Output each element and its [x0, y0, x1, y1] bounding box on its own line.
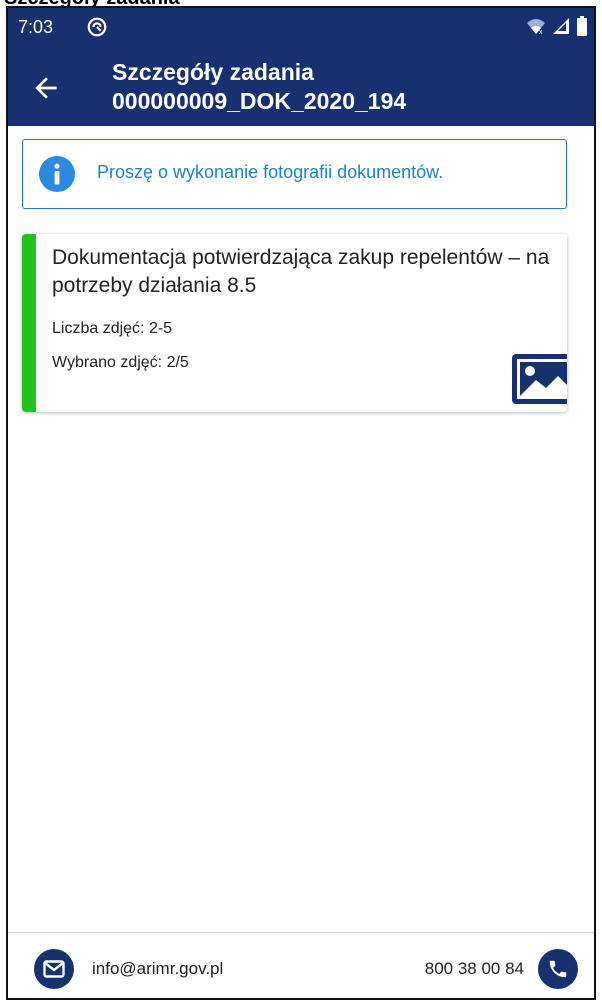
app-notification-icon	[87, 17, 107, 37]
page-title-line2: 000000009_DOK_2020_194	[112, 88, 407, 114]
status-bar: 7:03 x	[8, 8, 594, 48]
task-photo-count: Liczba zdjęć: 2-5	[52, 320, 173, 337]
mail-icon	[43, 960, 65, 978]
wifi-icon: x	[527, 19, 545, 35]
task-status-stripe	[22, 234, 36, 412]
mail-icon-button[interactable]	[34, 949, 74, 989]
page-title-line1: Szczegóły zadania	[112, 59, 314, 85]
status-icons: x	[526, 16, 588, 36]
signal-icon	[553, 18, 569, 34]
task-card[interactable]: Dokumentacja potwierdzająca zakup repele…	[22, 234, 567, 412]
info-text: Proszę o wykonanie fotografii dokumentów…	[97, 162, 444, 182]
task-selected-count: Wybrano zdjęć: 2/5	[52, 354, 189, 371]
page-title: Szczegóły zadania 000000009_DOK_2020_194	[112, 58, 406, 116]
status-time: 7:03	[18, 17, 54, 37]
phone-screen: 7:03 x Szczegóły zadania 000000009_DOK_2…	[6, 6, 596, 1000]
phone-icon	[549, 960, 567, 978]
info-banner: Proszę o wykonanie fotografii dokumentów…	[22, 139, 567, 209]
image-icon[interactable]	[512, 354, 567, 404]
task-title: Dokumentacja potwierdzająca zakup repele…	[52, 246, 550, 297]
info-icon	[39, 156, 75, 192]
svg-text:x: x	[539, 29, 543, 35]
phone-contact[interactable]: 800 38 00 84	[425, 949, 578, 989]
arrow-back-icon[interactable]	[30, 72, 62, 104]
app-bar: Szczegóły zadania 000000009_DOK_2020_194	[8, 48, 594, 126]
phone-text[interactable]: 800 38 00 84	[425, 959, 524, 979]
contact-footer: info@arimr.gov.pl 800 38 00 84	[8, 932, 594, 998]
email-text[interactable]: info@arimr.gov.pl	[92, 959, 223, 979]
phone-icon-button[interactable]	[538, 949, 578, 989]
battery-icon	[577, 16, 587, 36]
email-contact[interactable]: info@arimr.gov.pl	[34, 949, 223, 989]
